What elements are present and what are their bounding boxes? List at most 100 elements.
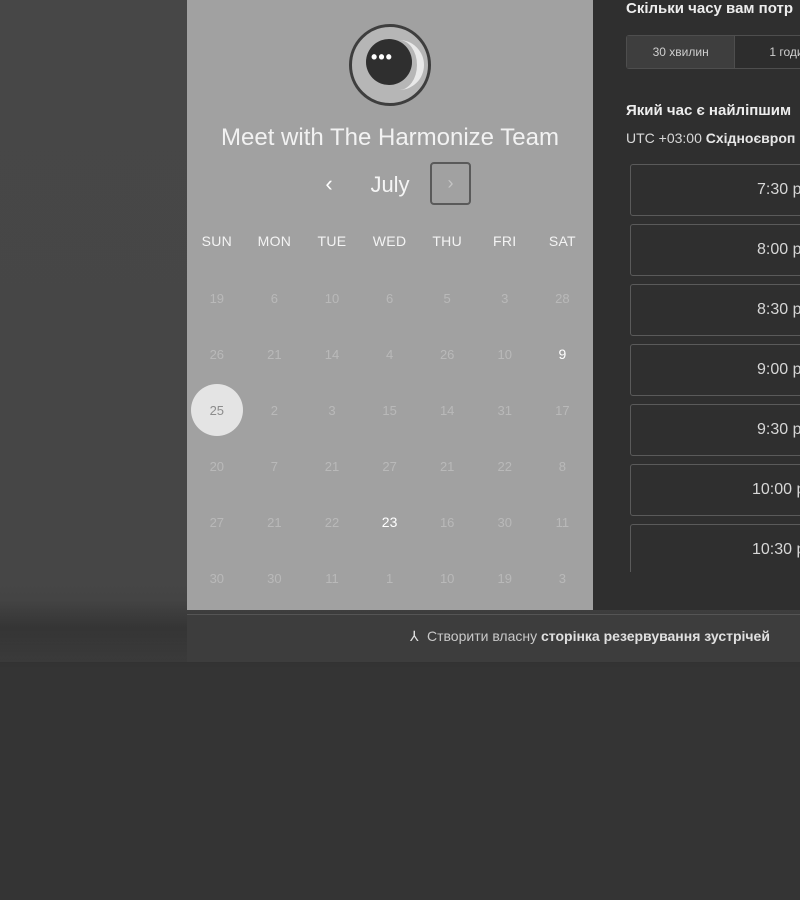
calendar-day: 21 [246,326,304,382]
calendar-day: 21 [418,438,476,494]
calendar-day: 4 [361,326,419,382]
calendar-week: 26 21 14 4 26 10 9 [188,326,593,382]
calendar-day: 15 [361,382,419,438]
time-selection-panel: Скільки часу вам потр 30 хвилин 1 годи Я… [593,0,800,610]
calendar-day-number: 27 [382,458,397,474]
calendar-day-number: 3 [558,570,566,586]
time-slot-button[interactable]: 7:30 p [630,164,800,216]
calendar-day: 3 [534,550,592,606]
calendar-day: 20 [188,438,246,494]
calendar-day: 3 [303,382,361,438]
calendar-day: 21 [303,438,361,494]
weekday-label: FRI [493,233,517,249]
time-slot-button[interactable]: 9:00 p [630,344,800,396]
calendar-day: 27 [361,438,419,494]
calendar-day-number: 22 [324,514,340,530]
calendar-day-number: 10 [324,290,340,306]
calendar-day-number: 2 [270,402,278,418]
time-slot-button[interactable]: 10:30 p [630,524,800,572]
create-booking-page-link[interactable]: ⅄ Створити власну сторінка резервування з… [410,628,770,645]
calendar-day-selected[interactable]: 25 [188,382,246,438]
calendar-day: 30 [476,494,534,550]
calendar-day-number: 21 [324,458,340,474]
calendar-week: 20 7 21 27 21 22 8 [188,438,593,494]
calendar-day-number: 31 [497,402,512,418]
calendar-day-number: 10 [497,346,512,362]
calendar-day-number: 3 [328,402,336,418]
calendar-day: 22 [476,438,534,494]
weekday-label: MON [257,233,292,249]
calendar-day-number: 10 [439,570,455,586]
time-slot-button[interactable]: 10:00 p [630,464,800,516]
calendar-week: 30 30 11 1 10 19 3 [188,550,593,606]
calendar-day: 17 [534,382,592,438]
calendar-day: 28 [534,270,592,326]
calendar-day-number: 1 [385,570,394,586]
calendar-day: 14 [418,382,476,438]
calendar-day-number: 30 [267,570,282,586]
calendar-day-number: 20 [209,458,225,474]
calendar-day-number: 21 [267,514,282,530]
weekday-label: WED [372,233,407,249]
time-slot-button[interactable]: 8:00 p [630,224,800,276]
calendar-day-number: 26 [439,346,455,362]
calendar-day: 7 [246,438,304,494]
calendar-day: 6 [361,270,419,326]
calendar-week: 19 6 10 6 5 3 28 [188,270,593,326]
time-slot-button[interactable]: 9:30 p [630,404,800,456]
calendar-day-number: 17 [555,402,570,418]
calendar-day-number: 26 [209,346,225,362]
calendar-day: 8 [534,438,592,494]
weekday-label: THU [432,233,463,249]
calendar-day-number: 28 [555,290,570,306]
calendar-day-number: 23 [381,514,398,530]
calendar-day: 16 [418,494,476,550]
calendar-day-number: 11 [325,570,339,586]
calendar-day-available[interactable]: 9 [534,326,592,382]
weekday-label: TUE [317,233,347,249]
calendar-day-number: 14 [324,346,340,362]
calendar-day: 2 [246,382,304,438]
duration-option-30min[interactable]: 30 хвилин [627,36,736,68]
month-label: July [370,172,410,197]
calendar-day-number: 15 [382,402,397,418]
calendar-day: 3 [476,270,534,326]
calendar-day: 11 [303,550,361,606]
calendar-day-number: 6 [385,290,394,306]
next-month-button[interactable]: › [430,162,471,205]
time-question: Який час є найліпшим [626,102,792,119]
hubspot-sprocket-icon: ⅄ [410,628,419,644]
calendar-day-number: 21 [439,458,455,474]
calendar-day-number: 30 [209,570,225,586]
calendar-day: 30 [246,550,304,606]
chat-logo-icon: ••• [349,24,431,106]
time-slot-button[interactable]: 8:30 p [630,284,800,336]
calendar-grid: 19 6 10 6 5 3 28 26 21 14 4 26 10 9 25 2 3 15 14 31 17 20 7 21 2… [188,270,593,606]
calendar-day-number: 22 [497,458,512,474]
footer-text-bold: сторінка резервування зустрічей [541,628,770,644]
ellipsis-icon: ••• [371,47,393,67]
time-slot-list: 7:30 p 8:00 p 8:30 p 9:00 p 9:30 p 10:00 p 10:… [630,164,800,572]
calendar-day: 31 [476,382,534,438]
calendar-panel: ••• Meet with The Harmonize Team ‹ July … [187,0,593,610]
calendar-day: 21 [246,494,304,550]
calendar-day: 6 [246,270,304,326]
calendar-day-number: 27 [209,514,225,530]
calendar-day: 30 [188,550,246,606]
calendar-day-number: 8 [558,458,566,474]
calendar-week: 27 21 22 23 16 30 11 [188,494,593,550]
calendar-day-available[interactable]: 23 [361,494,419,550]
calendar-day: 14 [303,326,361,382]
calendar-day-number: 19 [209,290,225,306]
calendar-day: 10 [476,326,534,382]
calendar-day-number: 4 [385,346,394,362]
weekday-label: SUN [201,233,233,249]
calendar-day-number: 25 [209,402,225,418]
duration-option-1hour[interactable]: 1 годи [735,36,800,68]
previous-month-button[interactable]: ‹ [315,170,343,198]
calendar-day-number: 5 [443,290,451,306]
calendar-day: 26 [188,326,246,382]
calendar-day: 27 [188,494,246,550]
calendar-day: 11 [534,494,592,550]
duration-question: Скільки часу вам потр [626,0,794,17]
